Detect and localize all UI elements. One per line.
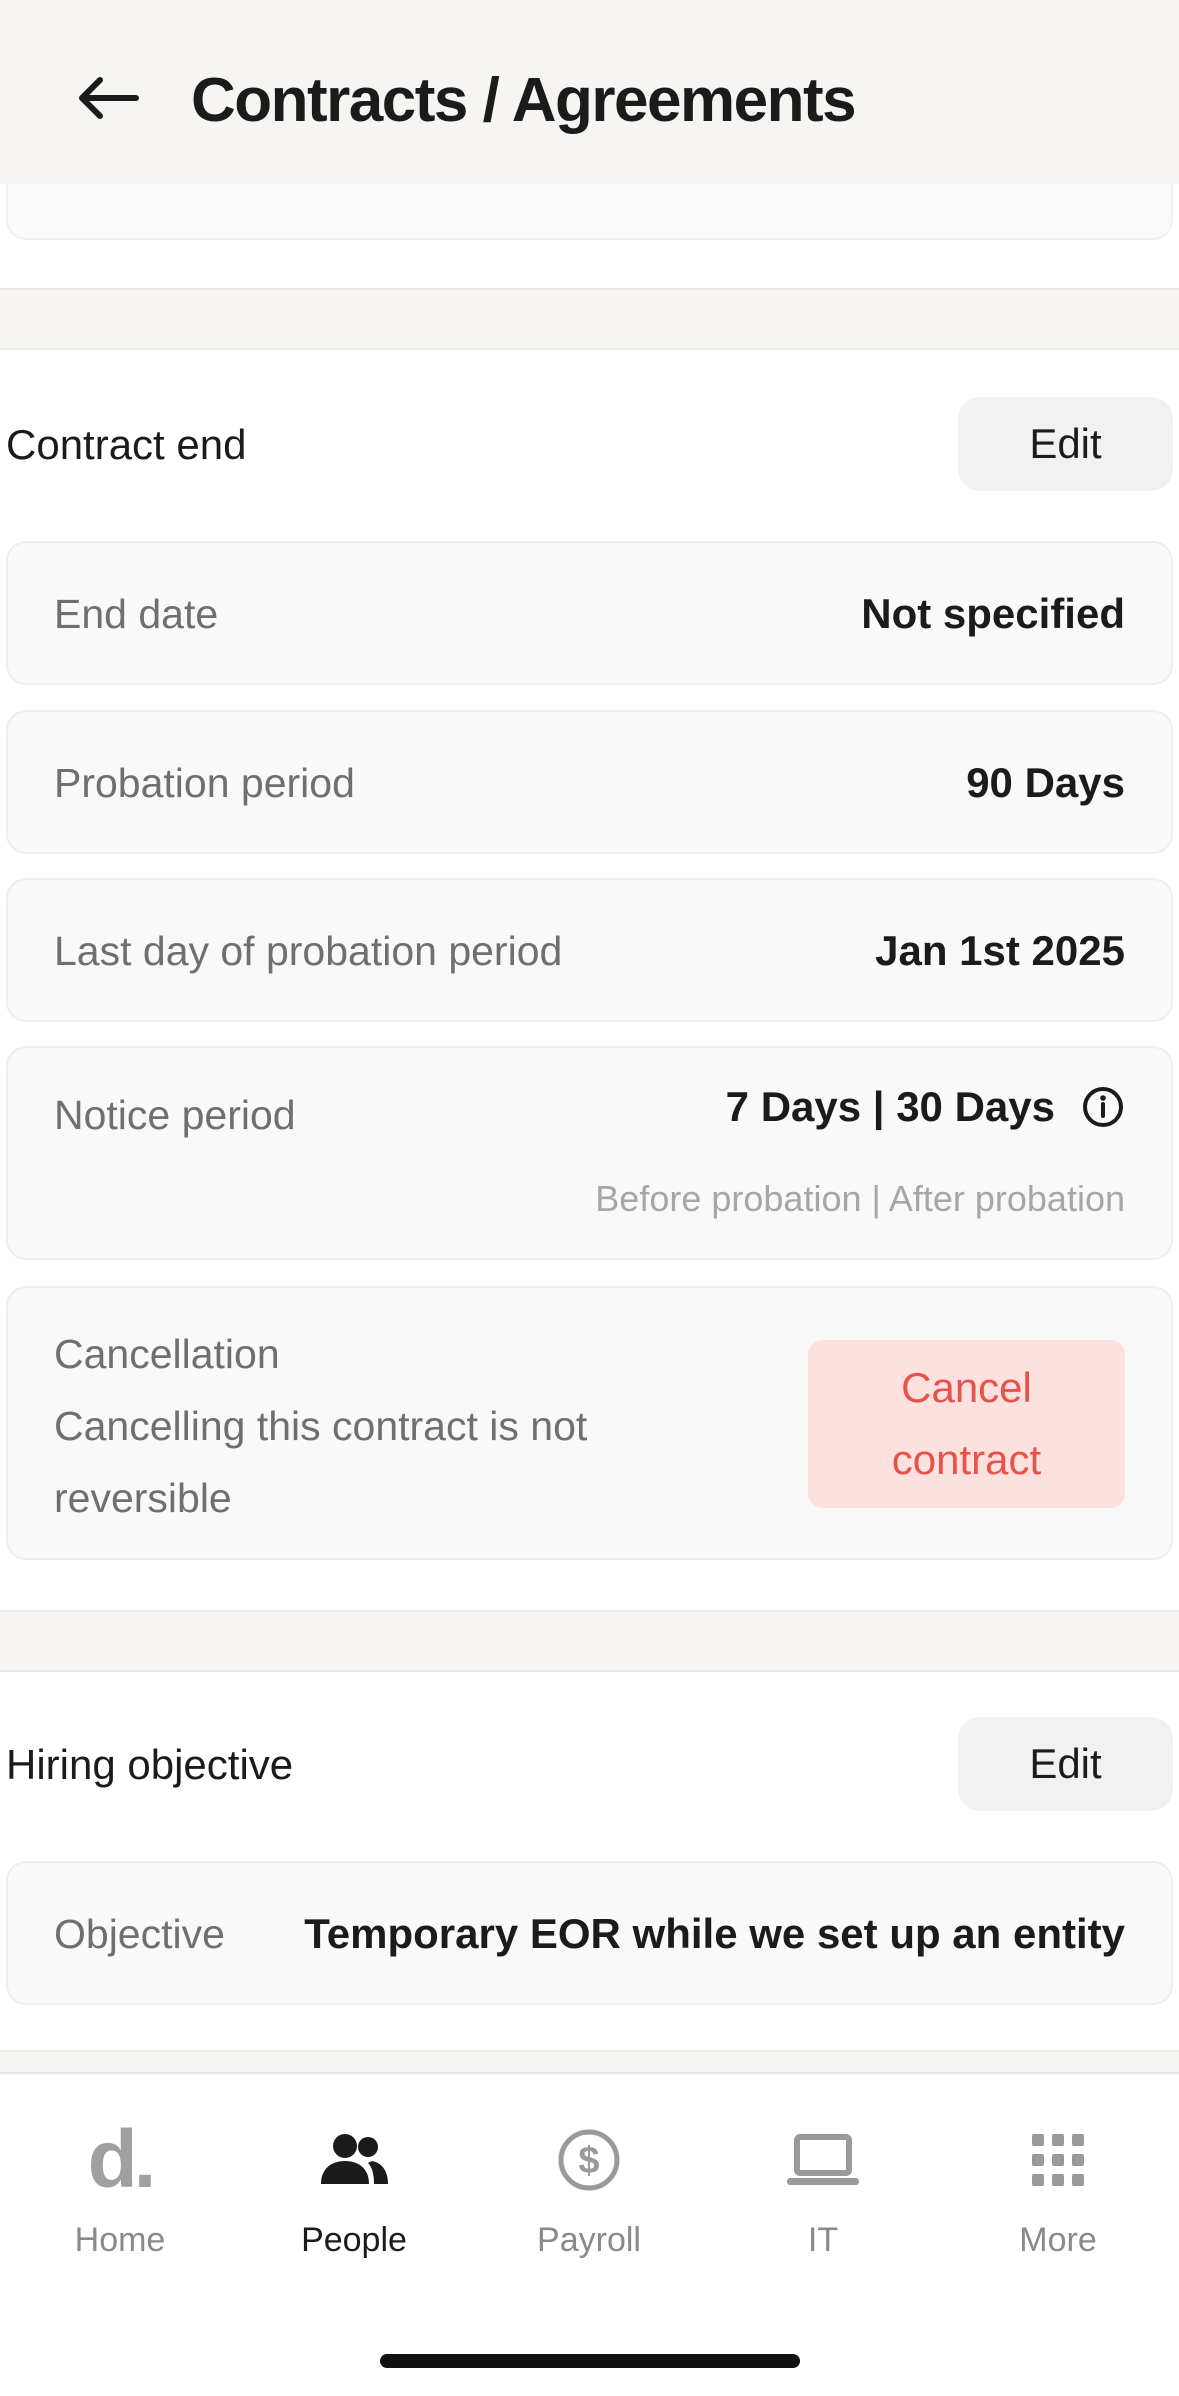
bottom-navigation: d. Home People $ Payroll IT More bbox=[0, 2072, 1179, 2396]
last-day-probation-row: Last day of probation period Jan 1st 202… bbox=[6, 878, 1173, 1022]
objective-label: Objective bbox=[54, 1911, 225, 1957]
cancellation-row: Cancellation Cancelling this contract is… bbox=[6, 1286, 1173, 1560]
svg-text:$: $ bbox=[578, 2140, 599, 2182]
nav-more[interactable]: More bbox=[958, 2120, 1158, 2262]
contract-end-edit-button[interactable]: Edit bbox=[958, 397, 1173, 491]
page-title: Contracts / Agreements bbox=[191, 66, 857, 135]
app-header: Contracts / Agreements bbox=[0, 0, 1179, 184]
nav-payroll-label: Payroll bbox=[537, 2221, 641, 2259]
notice-period-value-group: 7 Days | 30 Days bbox=[726, 1080, 1125, 1134]
nav-people-label: People bbox=[301, 2221, 407, 2259]
notice-period-row: Notice period 7 Days | 30 Days Before pr… bbox=[6, 1046, 1173, 1260]
last-day-probation-label: Last day of probation period bbox=[54, 928, 563, 974]
cancel-contract-button[interactable]: Cancel contract bbox=[808, 1340, 1125, 1508]
cancellation-label: Cancellation bbox=[54, 1331, 280, 1377]
section-divider bbox=[0, 2050, 1179, 2074]
hiring-objective-title: Hiring objective bbox=[6, 1741, 294, 1788]
notice-period-value: 7 Days | 30 Days bbox=[725, 1083, 1055, 1130]
nav-home-label: Home bbox=[74, 2221, 166, 2259]
hiring-objective-edit-button[interactable]: Edit bbox=[958, 1717, 1173, 1811]
end-date-label: End date bbox=[54, 591, 219, 637]
people-icon bbox=[314, 2120, 394, 2200]
objective-value: Temporary EOR while we set up an entity bbox=[304, 1910, 1125, 1957]
notice-period-label: Notice period bbox=[54, 1092, 296, 1138]
dollar-circle-icon: $ bbox=[549, 2120, 629, 2200]
grid-icon bbox=[1018, 2120, 1098, 2200]
previous-card-bottom bbox=[6, 184, 1173, 240]
objective-row: Objective Temporary EOR while we set up … bbox=[6, 1861, 1173, 2005]
home-indicator[interactable] bbox=[380, 2354, 800, 2368]
arrow-left-icon bbox=[79, 77, 139, 119]
cancellation-description: Cancelling this contract is not reversib… bbox=[54, 1403, 588, 1521]
probation-period-label: Probation period bbox=[54, 760, 355, 806]
end-date-value: Not specified bbox=[861, 590, 1125, 637]
notice-period-subtext: Before probation | After probation bbox=[595, 1178, 1125, 1219]
end-date-row: End date Not specified bbox=[6, 541, 1173, 685]
section-divider bbox=[0, 1610, 1179, 1672]
nav-people[interactable]: People bbox=[254, 2120, 454, 2262]
probation-period-row: Probation period 90 Days bbox=[6, 710, 1173, 854]
nav-more-label: More bbox=[1019, 2221, 1097, 2259]
laptop-icon bbox=[783, 2120, 863, 2200]
nav-it[interactable]: IT bbox=[723, 2120, 923, 2262]
section-divider bbox=[0, 288, 1179, 350]
nav-home[interactable]: d. Home bbox=[20, 2114, 220, 2262]
cancellation-text: Cancellation Cancelling this contract is… bbox=[54, 1318, 694, 1534]
last-day-probation-value: Jan 1st 2025 bbox=[875, 927, 1125, 974]
info-icon[interactable] bbox=[1081, 1085, 1125, 1129]
contract-end-title: Contract end bbox=[6, 421, 247, 468]
back-button[interactable] bbox=[72, 62, 144, 134]
nav-it-label: IT bbox=[807, 2221, 839, 2259]
deel-logo-icon: d. bbox=[87, 2114, 157, 2205]
probation-period-value: 90 Days bbox=[966, 759, 1125, 806]
nav-payroll[interactable]: $ Payroll bbox=[489, 2120, 689, 2262]
